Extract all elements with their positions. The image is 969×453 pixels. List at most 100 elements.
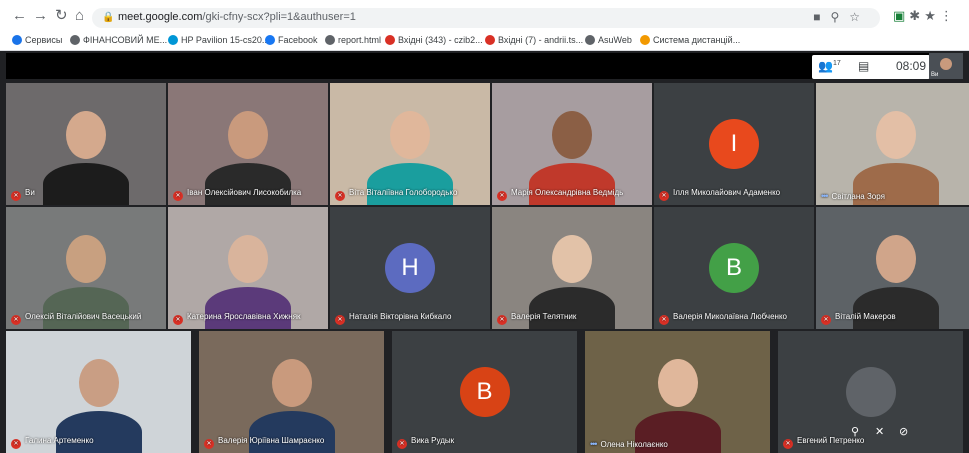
participant-avatar: B xyxy=(459,367,510,417)
self-face xyxy=(940,58,952,70)
participant-tile[interactable]: H ✕ Наталія Вікторівна Кибкало xyxy=(330,207,490,329)
participant-name-label: ••• Світлана Зоря xyxy=(821,191,885,201)
participant-name-label: ✕ Валерія Миколаївна Любченко xyxy=(659,312,787,325)
participant-video-face xyxy=(271,359,312,407)
bookmark-item[interactable]: Система дистанцій... xyxy=(640,35,740,45)
bookmark-item[interactable]: HP Pavilion 15-cs20... xyxy=(168,35,269,45)
participant-name-label: ✕ Галина Артеменко xyxy=(11,436,94,449)
mute-icon[interactable]: ✕ xyxy=(875,425,884,438)
mic-muted-icon: ✕ xyxy=(11,315,21,325)
participant-video-face xyxy=(228,111,268,159)
participant-tile[interactable]: ••• Світлана Зоря xyxy=(816,83,969,205)
menu-icon[interactable]: ⋮ xyxy=(940,8,957,23)
participant-name-label: ✕ Віта Віталіївна Голобородько xyxy=(335,188,457,201)
self-label: Ви xyxy=(931,72,939,78)
participant-name-label: ✕ Катерина Ярославівна Хижняк xyxy=(173,312,301,325)
bookmark-label: Сервисы xyxy=(25,35,63,45)
back-icon[interactable]: ← xyxy=(12,8,27,24)
mic-muted-icon: ✕ xyxy=(659,191,669,201)
mic-muted-icon: ✕ xyxy=(11,191,21,201)
bookmark-item[interactable]: Вхідні (7) - andrii.ts... xyxy=(485,35,583,45)
bookmark-item[interactable]: Сервисы xyxy=(12,35,62,45)
participant-name: Марія Олександрівна Ведмідь xyxy=(511,188,624,197)
address-bar[interactable]: 🔒 meet.google.com/gki-cfny-scx?pli=1&aut… xyxy=(92,8,880,28)
participant-tile[interactable]: ✕ Ви xyxy=(6,83,166,205)
participant-name: Світлана Зоря xyxy=(831,192,885,201)
mic-muted-icon: ✕ xyxy=(11,439,21,449)
participant-name: Віталій Макеров xyxy=(835,312,896,321)
bookmarks-bar: Сервисы ФІНАНСОВИЙ МЕ... HP Pavilion 15-cs… xyxy=(0,33,969,51)
reload-icon[interactable]: ↻ xyxy=(55,8,68,24)
bookmark-label: HP Pavilion 15-cs20... xyxy=(181,35,270,45)
participant-video-face xyxy=(390,111,430,159)
home-icon[interactable]: ⌂ xyxy=(75,8,84,24)
extension-icons: ▣✱★⋮ xyxy=(893,8,957,24)
participant-tile[interactable]: ✕ Марія Олександрівна Ведмідь xyxy=(492,83,652,205)
participant-name-label: ✕ Наталія Вікторівна Кибкало xyxy=(335,312,451,325)
bookmark-label: Facebook xyxy=(278,35,318,45)
participant-tile[interactable]: ✕ Катерина Ярославівна Хижняк xyxy=(168,207,328,329)
participant-name: Валерія Юріївна Шамраєнко xyxy=(218,436,325,445)
lock-icon: 🔒 xyxy=(102,12,115,23)
camera-icon[interactable]: ■ xyxy=(813,10,830,24)
bookmark-label: report.html xyxy=(338,35,382,45)
participant-tile[interactable]: B ✕ Валерія Миколаївна Любченко xyxy=(654,207,814,329)
participant-count: 17 xyxy=(832,60,841,67)
participant-tile[interactable]: ✕ Галина Артеменко xyxy=(6,331,191,453)
participant-name-label: ✕ Віталій Макеров xyxy=(821,312,896,325)
extension-icon[interactable]: ▣ xyxy=(893,8,909,23)
bookmark-label: Вхідні (343) - czib2... xyxy=(398,35,483,45)
bookmark-item[interactable]: Вхідні (343) - czib2... xyxy=(385,35,483,45)
bookmark-item[interactable]: report.html xyxy=(325,35,381,45)
chat-icon[interactable]: ▤ xyxy=(858,59,869,73)
bookmark-item[interactable]: AsuWeb xyxy=(585,35,632,45)
participant-tile[interactable]: I ✕ Ілля Миколайович Адаменко xyxy=(654,83,814,205)
self-preview[interactable]: Ви xyxy=(929,53,963,79)
participant-tile[interactable]: ✕ Олексій Віталійович Васецький xyxy=(6,207,166,329)
bookmark-icon xyxy=(168,35,178,45)
forward-icon[interactable]: → xyxy=(33,8,48,24)
participant-video-face xyxy=(228,235,268,283)
participant-tile[interactable]: ✕ Віта Віталіївна Голобородько xyxy=(330,83,490,205)
participant-name: Ілля Миколайович Адаменко xyxy=(673,188,781,197)
mic-muted-icon: ✕ xyxy=(497,315,507,325)
participant-name: Валерія Миколаївна Любченко xyxy=(673,312,787,321)
participant-name-label: ✕ Валерія Телятник xyxy=(497,312,576,325)
bookmark-icon xyxy=(325,35,335,45)
meet-top-bar: 👥17 ▤ 08:09 xyxy=(6,53,963,79)
participant-tile[interactable]: ✕ Іван Олексійович Лисокобилка xyxy=(168,83,328,205)
participant-tile[interactable]: ✕ Валерія Телятник xyxy=(492,207,652,329)
participant-avatar: H xyxy=(385,243,435,293)
participant-name: Ви xyxy=(25,188,35,197)
participant-name: Олена Ніколаєнко xyxy=(600,440,668,449)
participant-tile[interactable]: ✕ Валерія Юріївна Шамраєнко xyxy=(199,331,384,453)
people-icon[interactable]: 👥17 xyxy=(818,59,841,73)
participant-video-body xyxy=(43,163,129,205)
zoom-icon[interactable]: ⚲ xyxy=(830,10,849,24)
participant-name: Наталія Вікторівна Кибкало xyxy=(349,312,452,321)
participant-name-label: ✕ Ілля Миколайович Адаменко xyxy=(659,188,780,201)
participant-name-label: ✕ Валерія Юріївна Шамраєнко xyxy=(204,436,324,449)
participant-tile[interactable]: B ✕ Вика Рудык xyxy=(392,331,577,453)
bookmark-icon xyxy=(70,35,80,45)
mic-muted-icon: ✕ xyxy=(821,315,831,325)
participant-tile[interactable]: ✕ Віталій Макеров xyxy=(816,207,969,329)
participant-tile[interactable]: ••• Олена Ніколаєнко xyxy=(585,331,770,453)
profile-icon[interactable]: ★ xyxy=(924,8,940,23)
pin-icon[interactable]: ⚲ xyxy=(851,425,859,438)
bookmark-star-icon[interactable]: ☆ xyxy=(849,10,870,24)
remove-icon[interactable]: ⊘ xyxy=(899,425,908,438)
participant-video-face xyxy=(66,111,106,159)
participant-name-label: ✕ Вика Рудык xyxy=(397,436,454,449)
participant-name-label: ••• Олена Ніколаєнко xyxy=(590,439,668,449)
bookmark-item[interactable]: ФІНАНСОВИЙ МЕ... xyxy=(70,35,167,45)
participant-name: Валерія Телятник xyxy=(511,312,577,321)
participant-avatar: I xyxy=(709,119,759,169)
mic-muted-icon: ✕ xyxy=(173,191,183,201)
mic-muted-icon: ✕ xyxy=(497,191,507,201)
participant-video-face xyxy=(876,235,916,283)
puzzle-icon[interactable]: ✱ xyxy=(909,8,924,23)
participant-name-label: ✕ Іван Олексійович Лисокобилка xyxy=(173,188,301,201)
participant-name-label: ✕ Ви xyxy=(11,188,35,201)
bookmark-item[interactable]: Facebook xyxy=(265,35,318,45)
